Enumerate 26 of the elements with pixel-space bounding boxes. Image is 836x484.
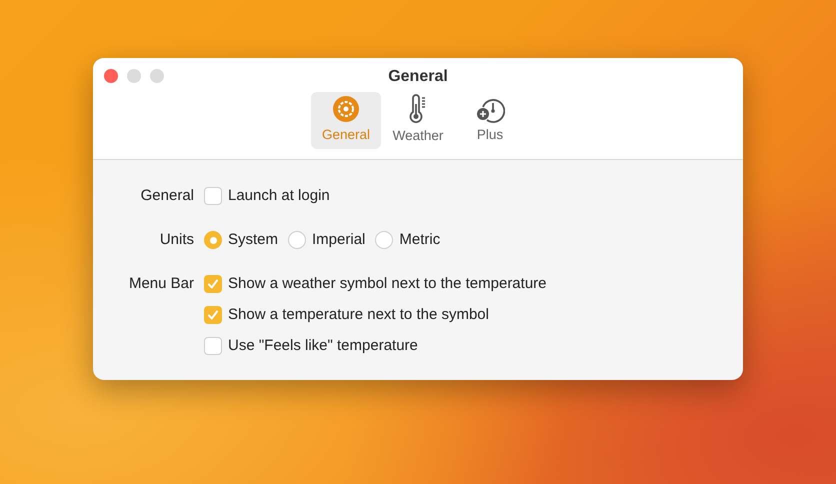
gear-icon (332, 95, 360, 124)
checkbox[interactable] (204, 306, 222, 324)
minimize-button[interactable] (127, 69, 141, 83)
radio-label[interactable]: Imperial (312, 228, 366, 252)
row-label: General (140, 186, 194, 206)
checkbox-label[interactable]: Show a weather symbol next to the temperature (228, 272, 547, 296)
zoom-button[interactable] (150, 69, 164, 83)
row-label: Units (160, 230, 194, 250)
toolbar-tab[interactable]: Weather (383, 92, 453, 149)
window-title: General (388, 67, 448, 87)
checkbox[interactable] (204, 337, 222, 355)
checkbox-label[interactable]: Use "Feels like" temperature (228, 334, 418, 358)
checkbox[interactable] (204, 187, 222, 205)
radio-button[interactable] (375, 231, 394, 249)
checkbox-label[interactable]: Launch at login (228, 184, 330, 208)
radio-button[interactable] (288, 231, 306, 249)
row-label: Menu Bar (128, 274, 194, 294)
checkmark-icon (207, 278, 219, 290)
checkmark-icon (207, 309, 219, 321)
toolbar-tab[interactable]: Plus (455, 92, 525, 149)
checkbox[interactable] (204, 275, 222, 293)
close-button[interactable] (104, 69, 118, 83)
radio-label[interactable]: System (228, 228, 278, 252)
checkbox-label[interactable]: Show a temperature next to the symbol (228, 304, 489, 326)
radio-button[interactable] (204, 231, 222, 249)
radio-label[interactable]: Metric (399, 228, 440, 252)
